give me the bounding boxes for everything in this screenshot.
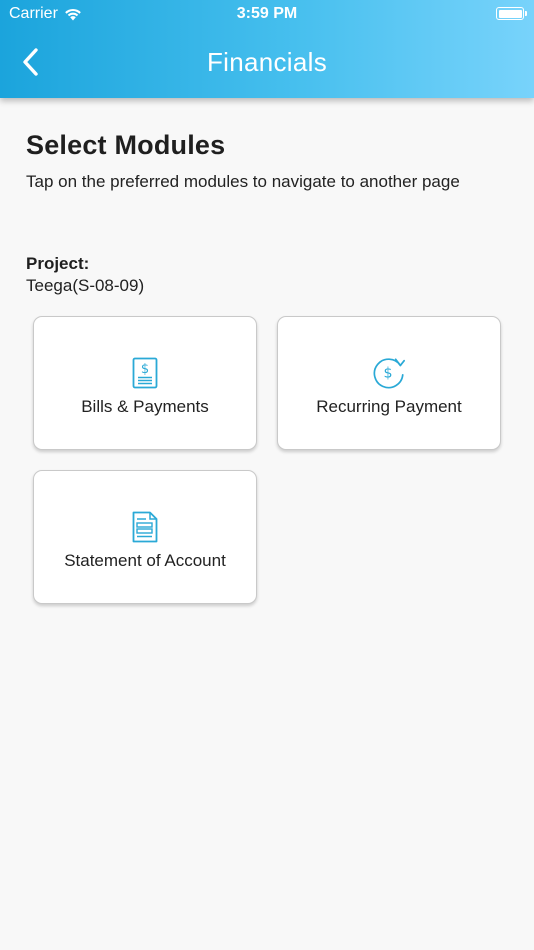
recurring-dollar-icon: $ [371,355,407,391]
status-time: 3:59 PM [236,5,298,22]
status-bar: Carrier 3:59 PM [0,0,534,28]
module-card-bills-payments[interactable]: $ Bills & Payments [33,316,257,450]
nav-title: Financials [206,47,328,77]
module-card-statement-of-account[interactable]: Statement of Account [33,470,257,604]
project-label: Project: [26,254,90,273]
module-label: Recurring Payment [316,397,462,416]
page-title: Select Modules [26,130,226,160]
statement-document-icon [127,509,163,545]
project-value: Teega(S-08-09) [26,276,145,295]
module-card-recurring-payment[interactable]: $ Recurring Payment [277,316,501,450]
bill-dollar-icon: $ [127,355,163,391]
module-label: Bills & Payments [81,397,209,416]
module-label: Statement of Account [64,551,226,570]
battery-icon [496,7,527,20]
main-content: Select Modules Tap on the preferred modu… [26,130,506,295]
svg-text:$: $ [384,366,393,382]
page-subtitle: Tap on the preferred modules to navigate… [26,172,460,191]
app-header: Carrier 3:59 PM Financials [0,0,534,98]
svg-text:$: $ [141,362,149,377]
